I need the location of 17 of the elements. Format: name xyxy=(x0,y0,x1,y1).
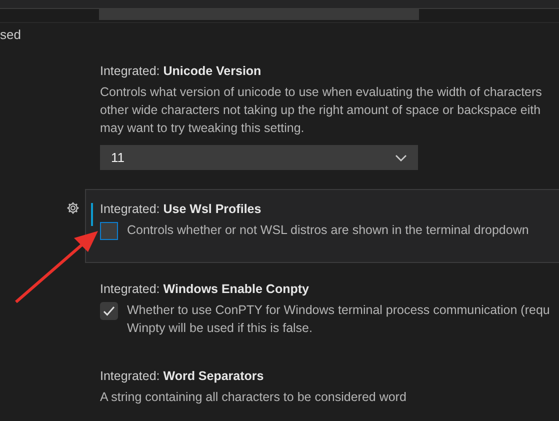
checkbox[interactable] xyxy=(100,222,118,240)
setting-title: Integrated: Use Wsl Profiles xyxy=(100,202,262,216)
setting-description: A string containing all characters to be considered word xyxy=(100,389,408,406)
setting-description: Controls what version of unicode to use when evaluating the width of characters other wide characters not taking up the right amount of space or backspace eith may want to try tweaking this setting. xyxy=(100,84,543,137)
checkbox[interactable] xyxy=(100,302,118,320)
sidebar-item[interactable]: sed xyxy=(0,27,21,42)
setting-title: Integrated: Windows Enable Conpty xyxy=(100,282,310,296)
setting-title: Integrated: Word Separators xyxy=(100,369,265,383)
setting-description: Controls whether or not WSL distros are shown in the terminal dropdown xyxy=(127,222,529,239)
setting-description: Whether to use ConPTY for Windows terminal process communication (requ Winpty will be used if this is false. xyxy=(127,302,550,337)
focus-indicator xyxy=(91,203,93,226)
setting-title: Integrated: Unicode Version xyxy=(100,64,262,78)
checkmark-icon xyxy=(102,304,116,318)
input-field[interactable] xyxy=(99,9,419,20)
chevron-down-icon xyxy=(395,154,407,162)
settings-icon[interactable] xyxy=(66,201,80,215)
version-dropdown[interactable]: 11 xyxy=(100,145,418,170)
